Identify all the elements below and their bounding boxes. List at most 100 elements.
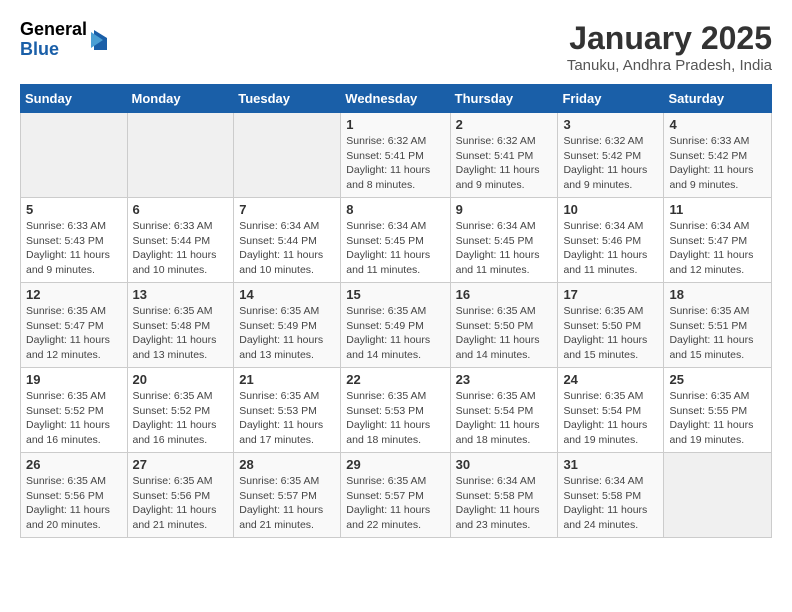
day-number: 8 <box>346 202 444 217</box>
day-number: 1 <box>346 117 444 132</box>
day-info: Sunrise: 6:35 AM Sunset: 5:54 PM Dayligh… <box>563 389 658 448</box>
calendar-cell: 1 Sunrise: 6:32 AM Sunset: 5:41 PM Daylig… <box>341 113 450 198</box>
calendar-cell: 24Sunrise: 6:35 AM Sunset: 5:54 PM Dayli… <box>558 368 664 453</box>
day-number: 17 <box>563 287 658 302</box>
day-info: Sunrise: 6:34 AM Sunset: 5:58 PM Dayligh… <box>456 474 553 533</box>
calendar-cell: 23 Sunrise: 6:35 AM Sunset: 5:54 PM Dayli… <box>450 368 558 453</box>
day-info: Sunrise: 6:35 AM Sunset: 5:48 PM Dayligh… <box>133 304 229 363</box>
day-number: 7 <box>239 202 335 217</box>
calendar-cell: 28 Sunrise: 6:35 AM Sunset: 5:57 PM Dayli… <box>234 453 341 538</box>
calendar-cell <box>234 113 341 198</box>
day-info: Sunrise: 6:35 AM Sunset: 5:53 PM Dayligh… <box>239 389 335 448</box>
calendar-cell: 22Sunrise: 6:35 AM Sunset: 5:53 PM Dayli… <box>341 368 450 453</box>
calendar-header-row: SundayMondayTuesdayWednesdayThursdayFrid… <box>21 85 772 113</box>
day-number: 5 <box>26 202 122 217</box>
calendar-cell: 17Sunrise: 6:35 AM Sunset: 5:50 PM Dayli… <box>558 283 664 368</box>
day-info: Sunrise: 6:33 AM Sunset: 5:43 PM Dayligh… <box>26 219 122 278</box>
calendar-cell: 27Sunrise: 6:35 AM Sunset: 5:56 PM Dayli… <box>127 453 234 538</box>
calendar-cell: 8 Sunrise: 6:34 AM Sunset: 5:45 PM Daylig… <box>341 198 450 283</box>
col-header-monday: Monday <box>127 85 234 113</box>
calendar-cell: 21 Sunrise: 6:35 AM Sunset: 5:53 PM Dayli… <box>234 368 341 453</box>
day-number: 2 <box>456 117 553 132</box>
day-number: 21 <box>239 372 335 387</box>
logo-blue: Blue <box>20 40 87 60</box>
day-info: Sunrise: 6:35 AM Sunset: 5:57 PM Dayligh… <box>346 474 444 533</box>
day-info: Sunrise: 6:35 AM Sunset: 5:47 PM Dayligh… <box>26 304 122 363</box>
day-number: 4 <box>669 117 766 132</box>
col-header-sunday: Sunday <box>21 85 128 113</box>
col-header-saturday: Saturday <box>664 85 772 113</box>
logo-general: General <box>20 20 87 40</box>
calendar-cell: 29 Sunrise: 6:35 AM Sunset: 5:57 PM Dayli… <box>341 453 450 538</box>
calendar-cell: 16Sunrise: 6:35 AM Sunset: 5:50 PM Dayli… <box>450 283 558 368</box>
page-header: General Blue January 2025 Tanuku, Andhra… <box>20 20 772 74</box>
day-info: Sunrise: 6:35 AM Sunset: 5:49 PM Dayligh… <box>239 304 335 363</box>
day-info: Sunrise: 6:32 AM Sunset: 5:41 PM Dayligh… <box>346 134 444 193</box>
week-row-3: 12 Sunrise: 6:35 AM Sunset: 5:47 PM Dayli… <box>21 283 772 368</box>
day-info: Sunrise: 6:35 AM Sunset: 5:52 PM Dayligh… <box>26 389 122 448</box>
day-number: 10 <box>563 202 658 217</box>
col-header-tuesday: Tuesday <box>234 85 341 113</box>
day-number: 18 <box>669 287 766 302</box>
day-number: 30 <box>456 457 553 472</box>
day-info: Sunrise: 6:33 AM Sunset: 5:42 PM Dayligh… <box>669 134 766 193</box>
day-number: 12 <box>26 287 122 302</box>
day-info: Sunrise: 6:35 AM Sunset: 5:50 PM Dayligh… <box>456 304 553 363</box>
calendar-cell: 2 Sunrise: 6:32 AM Sunset: 5:41 PM Daylig… <box>450 113 558 198</box>
calendar-cell: 18 Sunrise: 6:35 AM Sunset: 5:51 PM Dayli… <box>664 283 772 368</box>
day-info: Sunrise: 6:34 AM Sunset: 5:44 PM Dayligh… <box>239 219 335 278</box>
day-info: Sunrise: 6:35 AM Sunset: 5:57 PM Dayligh… <box>239 474 335 533</box>
day-number: 29 <box>346 457 444 472</box>
day-number: 22 <box>346 372 444 387</box>
calendar-cell: 9 Sunrise: 6:34 AM Sunset: 5:45 PM Daylig… <box>450 198 558 283</box>
day-info: Sunrise: 6:32 AM Sunset: 5:41 PM Dayligh… <box>456 134 553 193</box>
day-info: Sunrise: 6:35 AM Sunset: 5:49 PM Dayligh… <box>346 304 444 363</box>
calendar-cell: 26Sunrise: 6:35 AM Sunset: 5:56 PM Dayli… <box>21 453 128 538</box>
calendar-cell: 6 Sunrise: 6:33 AM Sunset: 5:44 PM Daylig… <box>127 198 234 283</box>
day-info: Sunrise: 6:34 AM Sunset: 5:46 PM Dayligh… <box>563 219 658 278</box>
day-info: Sunrise: 6:34 AM Sunset: 5:45 PM Dayligh… <box>456 219 553 278</box>
day-info: Sunrise: 6:35 AM Sunset: 5:54 PM Dayligh… <box>456 389 553 448</box>
calendar-cell: 12 Sunrise: 6:35 AM Sunset: 5:47 PM Dayli… <box>21 283 128 368</box>
calendar-cell: 14 Sunrise: 6:35 AM Sunset: 5:49 PM Dayli… <box>234 283 341 368</box>
day-info: Sunrise: 6:35 AM Sunset: 5:55 PM Dayligh… <box>669 389 766 448</box>
col-header-wednesday: Wednesday <box>341 85 450 113</box>
week-row-1: 1 Sunrise: 6:32 AM Sunset: 5:41 PM Daylig… <box>21 113 772 198</box>
month-title: January 2025 <box>567 20 772 57</box>
day-info: Sunrise: 6:35 AM Sunset: 5:51 PM Dayligh… <box>669 304 766 363</box>
calendar-cell: 13Sunrise: 6:35 AM Sunset: 5:48 PM Dayli… <box>127 283 234 368</box>
title-area: January 2025 Tanuku, Andhra Pradesh, Ind… <box>567 20 772 74</box>
day-number: 15 <box>346 287 444 302</box>
day-number: 20 <box>133 372 229 387</box>
day-info: Sunrise: 6:34 AM Sunset: 5:45 PM Dayligh… <box>346 219 444 278</box>
day-number: 9 <box>456 202 553 217</box>
calendar-cell: 5 Sunrise: 6:33 AM Sunset: 5:43 PM Daylig… <box>21 198 128 283</box>
logo: General Blue <box>20 20 109 60</box>
day-info: Sunrise: 6:34 AM Sunset: 5:47 PM Dayligh… <box>669 219 766 278</box>
day-number: 14 <box>239 287 335 302</box>
day-number: 25 <box>669 372 766 387</box>
day-info: Sunrise: 6:34 AM Sunset: 5:58 PM Dayligh… <box>563 474 658 533</box>
day-number: 31 <box>563 457 658 472</box>
calendar-cell: 15 Sunrise: 6:35 AM Sunset: 5:49 PM Dayli… <box>341 283 450 368</box>
calendar-cell <box>664 453 772 538</box>
day-number: 23 <box>456 372 553 387</box>
day-number: 11 <box>669 202 766 217</box>
day-number: 6 <box>133 202 229 217</box>
calendar-cell: 7 Sunrise: 6:34 AM Sunset: 5:44 PM Daylig… <box>234 198 341 283</box>
day-number: 27 <box>133 457 229 472</box>
calendar-cell: 20Sunrise: 6:35 AM Sunset: 5:52 PM Dayli… <box>127 368 234 453</box>
calendar-cell: 10 Sunrise: 6:34 AM Sunset: 5:46 PM Dayli… <box>558 198 664 283</box>
day-info: Sunrise: 6:32 AM Sunset: 5:42 PM Dayligh… <box>563 134 658 193</box>
day-info: Sunrise: 6:33 AM Sunset: 5:44 PM Dayligh… <box>133 219 229 278</box>
calendar-cell <box>21 113 128 198</box>
day-number: 28 <box>239 457 335 472</box>
calendar-cell <box>127 113 234 198</box>
calendar-cell: 11 Sunrise: 6:34 AM Sunset: 5:47 PM Dayli… <box>664 198 772 283</box>
calendar-cell: 31 Sunrise: 6:34 AM Sunset: 5:58 PM Dayli… <box>558 453 664 538</box>
logo-icon <box>89 28 109 52</box>
calendar-cell: 25 Sunrise: 6:35 AM Sunset: 5:55 PM Dayli… <box>664 368 772 453</box>
week-row-5: 26Sunrise: 6:35 AM Sunset: 5:56 PM Dayli… <box>21 453 772 538</box>
calendar-table: SundayMondayTuesdayWednesdayThursdayFrid… <box>20 84 772 538</box>
day-info: Sunrise: 6:35 AM Sunset: 5:56 PM Dayligh… <box>26 474 122 533</box>
